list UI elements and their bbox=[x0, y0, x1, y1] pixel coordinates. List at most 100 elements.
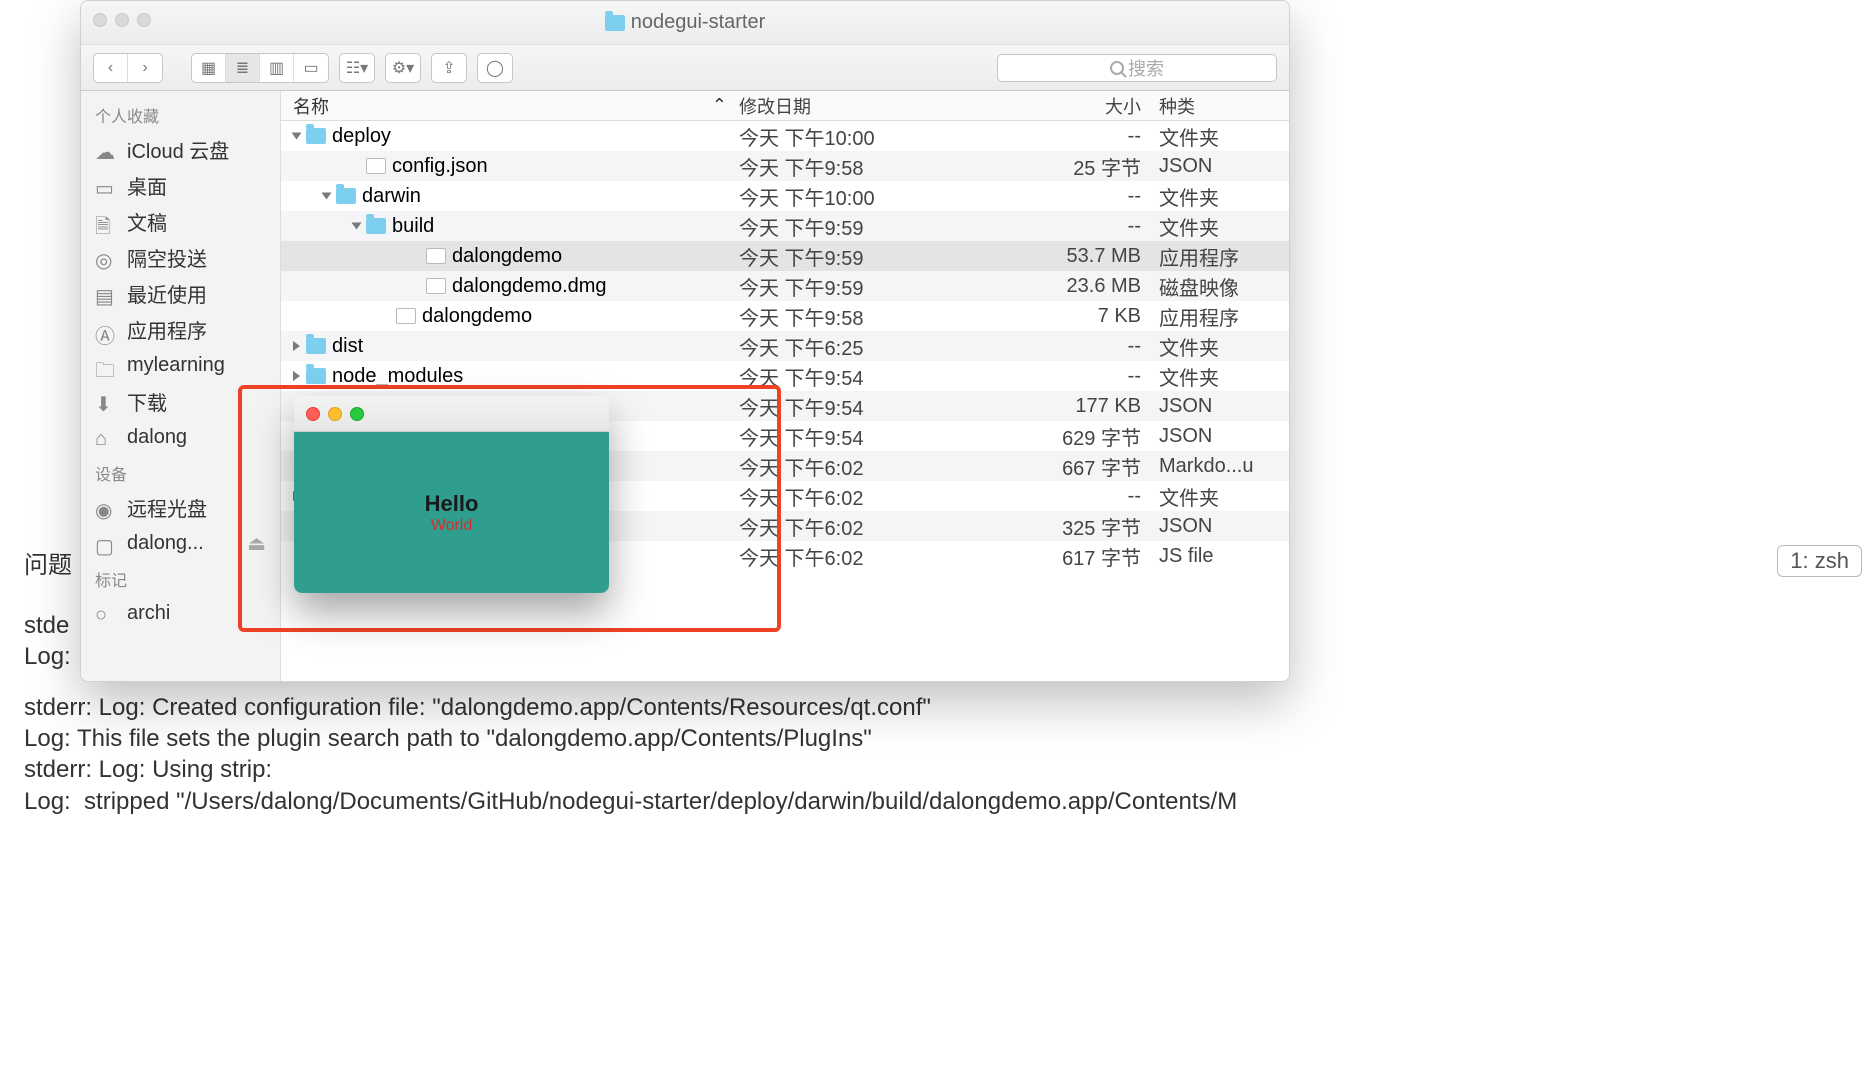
icon-view-button[interactable]: ▦ bbox=[192, 54, 226, 82]
file-kind: JSON bbox=[1159, 155, 1289, 178]
file-date: 今天 下午6:02 bbox=[739, 512, 989, 541]
folder-icon: 🗀 bbox=[95, 356, 117, 374]
disclosure-triangle-icon[interactable] bbox=[293, 371, 300, 381]
column-date[interactable]: 修改日期 bbox=[739, 93, 989, 119]
close-icon[interactable] bbox=[306, 407, 320, 421]
file-name: dist bbox=[332, 335, 363, 358]
forward-button[interactable]: › bbox=[128, 54, 162, 82]
app-icon bbox=[396, 308, 416, 324]
sidebar-item-disk[interactable]: ▢dalong...⏏ bbox=[81, 525, 280, 561]
disk-icon: ▢ bbox=[95, 534, 117, 552]
table-row[interactable]: dalongdemo.dmg今天 下午9:5923.6 MB磁盘映像 bbox=[281, 271, 1289, 301]
disclosure-triangle-icon[interactable] bbox=[322, 193, 332, 200]
sidebar-item-icloud[interactable]: ☁iCloud 云盘 bbox=[81, 131, 280, 167]
terminal-tab-problems[interactable]: 问题 bbox=[24, 550, 72, 581]
tags-button[interactable]: ◯ bbox=[478, 54, 512, 82]
share-button[interactable]: ⇪ bbox=[432, 54, 466, 82]
sidebar-item-home[interactable]: ⌂dalong bbox=[81, 419, 280, 455]
app-titlebar[interactable] bbox=[294, 396, 609, 432]
folder-icon bbox=[306, 338, 326, 354]
file-size: 617 字节 bbox=[989, 542, 1159, 571]
file-date: 今天 下午9:54 bbox=[739, 392, 989, 421]
sidebar-item-recents[interactable]: ▤最近使用 bbox=[81, 275, 280, 311]
table-row[interactable]: dalongdemo今天 下午9:5953.7 MB应用程序 bbox=[281, 241, 1289, 271]
table-row[interactable]: node_modules今天 下午9:54--文件夹 bbox=[281, 361, 1289, 391]
file-date: 今天 下午10:00 bbox=[739, 122, 989, 151]
file-size: 25 字节 bbox=[989, 152, 1159, 181]
file-kind: JSON bbox=[1159, 395, 1289, 418]
eject-icon[interactable]: ⏏ bbox=[247, 531, 266, 556]
file-date: 今天 下午6:02 bbox=[739, 482, 989, 511]
minimize-icon[interactable] bbox=[328, 407, 342, 421]
sidebar-item-desktop[interactable]: ▭桌面 bbox=[81, 167, 280, 203]
column-view-button[interactable]: ▥ bbox=[260, 54, 294, 82]
finder-window: nodegui-starter ‹ › ▦ ≣ ▥ ▭ ☷▾ ⚙▾ ⇪ ◯ 搜索… bbox=[80, 0, 1290, 682]
file-date: 今天 下午9:59 bbox=[739, 272, 989, 301]
disc-icon: ◉ bbox=[95, 498, 117, 516]
table-row[interactable]: dalongdemo今天 下午9:587 KB应用程序 bbox=[281, 301, 1289, 331]
list-view-button[interactable]: ≣ bbox=[226, 54, 260, 82]
gallery-view-button[interactable]: ▭ bbox=[294, 54, 328, 82]
arrange-button[interactable]: ☷▾ bbox=[340, 54, 374, 82]
column-name[interactable]: 名称⌃ bbox=[281, 93, 739, 119]
table-row[interactable]: darwin今天 下午10:00--文件夹 bbox=[281, 181, 1289, 211]
sidebar-item-tag[interactable]: ○archi bbox=[81, 595, 280, 631]
file-size: 667 字节 bbox=[989, 452, 1159, 481]
file-size: 23.6 MB bbox=[989, 275, 1159, 298]
table-row[interactable]: dist今天 下午6:25--文件夹 bbox=[281, 331, 1289, 361]
arrange-group: ☷▾ bbox=[339, 53, 375, 83]
file-size: 177 KB bbox=[989, 395, 1159, 418]
sidebar-item-remote-disc[interactable]: ◉远程光盘 bbox=[81, 489, 280, 525]
terminal-line: stderr: Log: Created configuration file:… bbox=[24, 692, 1237, 723]
terminal-shell-selector[interactable]: 1: zsh bbox=[1777, 545, 1862, 577]
finder-sidebar: 个人收藏 ☁iCloud 云盘 ▭桌面 🗎文稿 ◎隔空投送 ▤最近使用 Ⓐ应用程… bbox=[81, 91, 281, 681]
sidebar-item-documents[interactable]: 🗎文稿 bbox=[81, 203, 280, 239]
minimize-icon[interactable] bbox=[115, 13, 129, 27]
file-date: 今天 下午10:00 bbox=[739, 182, 989, 211]
back-button[interactable]: ‹ bbox=[94, 54, 128, 82]
downloads-icon: ⬇ bbox=[95, 392, 117, 410]
finder-titlebar[interactable]: nodegui-starter bbox=[81, 1, 1289, 45]
zoom-icon[interactable] bbox=[350, 407, 364, 421]
folder-icon bbox=[306, 128, 326, 144]
folder-icon bbox=[366, 218, 386, 234]
table-row[interactable]: config.json今天 下午9:5825 字节JSON bbox=[281, 151, 1289, 181]
disclosure-triangle-icon[interactable] bbox=[292, 133, 302, 140]
file-kind: 磁盘映像 bbox=[1159, 272, 1289, 301]
disclosure-triangle-icon[interactable] bbox=[293, 341, 300, 351]
sidebar-item-downloads[interactable]: ⬇下载 bbox=[81, 383, 280, 419]
close-icon[interactable] bbox=[93, 13, 107, 27]
app-window[interactable]: Hello World bbox=[294, 396, 609, 593]
table-row[interactable]: build今天 下午9:59--文件夹 bbox=[281, 211, 1289, 241]
recents-icon: ▤ bbox=[95, 284, 117, 302]
disclosure-triangle-icon[interactable] bbox=[352, 223, 362, 230]
file-date: 今天 下午6:25 bbox=[739, 332, 989, 361]
table-row[interactable]: deploy今天 下午10:00--文件夹 bbox=[281, 121, 1289, 151]
search-icon bbox=[1110, 61, 1124, 75]
file-date: 今天 下午9:54 bbox=[739, 362, 989, 391]
sidebar-item-mylearning[interactable]: 🗀mylearning bbox=[81, 347, 280, 383]
action-group: ⚙▾ bbox=[385, 53, 421, 83]
zoom-icon[interactable] bbox=[137, 13, 151, 27]
search-placeholder: 搜索 bbox=[1128, 55, 1164, 81]
documents-icon: 🗎 bbox=[95, 212, 117, 230]
column-kind[interactable]: 种类 bbox=[1159, 93, 1289, 119]
search-field[interactable]: 搜索 bbox=[997, 54, 1277, 82]
file-kind: JSON bbox=[1159, 515, 1289, 538]
file-date: 今天 下午9:59 bbox=[739, 242, 989, 271]
sort-asc-icon: ⌃ bbox=[712, 95, 727, 116]
file-date: 今天 下午9:58 bbox=[739, 302, 989, 331]
file-size: 7 KB bbox=[989, 305, 1159, 328]
file-kind: JS file bbox=[1159, 545, 1289, 568]
sidebar-item-applications[interactable]: Ⓐ应用程序 bbox=[81, 311, 280, 347]
column-size[interactable]: 大小 bbox=[989, 93, 1159, 119]
sidebar-item-airdrop[interactable]: ◎隔空投送 bbox=[81, 239, 280, 275]
terminal-line: stderr: Log: Using strip: bbox=[24, 754, 1237, 785]
file-kind: 文件夹 bbox=[1159, 362, 1289, 391]
finder-toolbar: ‹ › ▦ ≣ ▥ ▭ ☷▾ ⚙▾ ⇪ ◯ 搜索 bbox=[81, 45, 1289, 91]
file-date: 今天 下午6:02 bbox=[739, 542, 989, 571]
file-kind: 文件夹 bbox=[1159, 332, 1289, 361]
file-size: -- bbox=[989, 365, 1159, 388]
action-button[interactable]: ⚙▾ bbox=[386, 54, 420, 82]
sidebar-section-tags: 标记 bbox=[81, 561, 280, 595]
